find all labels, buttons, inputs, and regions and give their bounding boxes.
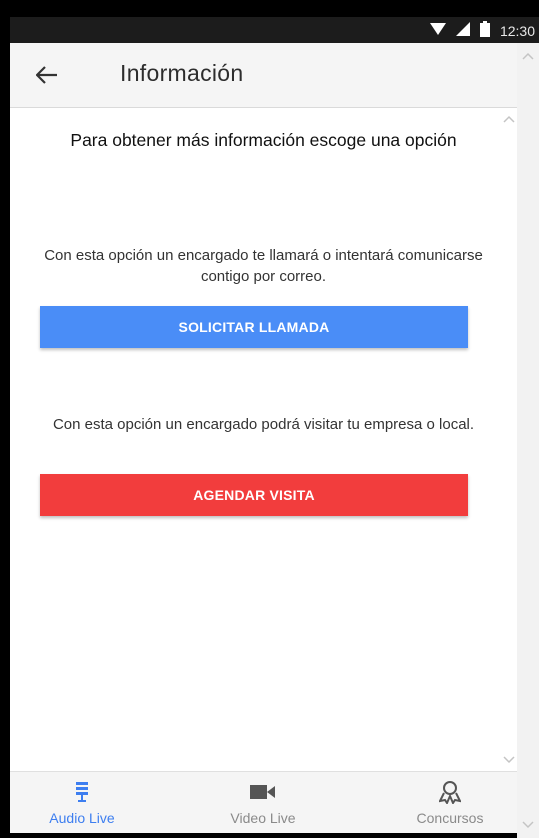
scroll-down-icon[interactable] <box>503 751 515 769</box>
outer-scrollbar[interactable] <box>517 43 539 838</box>
scroll-down-icon[interactable] <box>522 816 534 834</box>
scroll-up-icon[interactable] <box>522 47 534 65</box>
tab-concursos-label: Concursos <box>416 810 484 826</box>
status-time: 12:30 <box>499 22 535 39</box>
schedule-visit-button[interactable]: AGENDAR VISITA <box>40 474 468 516</box>
tab-video-live-label: Video Live <box>230 810 296 826</box>
signal-icon <box>455 22 470 39</box>
battery-icon <box>479 21 490 40</box>
scroll-up-icon[interactable] <box>503 110 515 128</box>
tab-audio-live[interactable]: Audio Live <box>22 778 142 826</box>
info-heading: Para obtener más información escoge una … <box>70 130 457 150</box>
videocam-icon <box>203 778 323 806</box>
award-icon <box>390 778 510 806</box>
app-bar: Información <box>10 43 517 108</box>
call-description: Con esta opción un encargado te llamará … <box>44 247 483 285</box>
request-call-button[interactable]: SOLICITAR LLAMADA <box>40 306 468 348</box>
tab-video-live[interactable]: Video Live <box>203 778 323 826</box>
microphone-icon <box>22 778 142 806</box>
wifi-icon <box>429 22 446 39</box>
status-bar: 12:30 <box>10 17 539 43</box>
tab-audio-live-label: Audio Live <box>49 810 115 826</box>
content-area: Para obtener más información escoge una … <box>10 108 517 771</box>
tab-concursos[interactable]: Concursos <box>390 778 510 826</box>
status-icons: 12:30 <box>429 21 535 40</box>
device-frame: 12:30 Información Para obtener más infor… <box>0 0 539 838</box>
bottom-navigation: Audio Live Video Live Concursos <box>10 771 517 833</box>
page-title: Información <box>120 60 244 86</box>
arrow-back-icon[interactable] <box>32 61 62 89</box>
visit-description: Con esta opción un encargado podrá visit… <box>52 416 475 433</box>
